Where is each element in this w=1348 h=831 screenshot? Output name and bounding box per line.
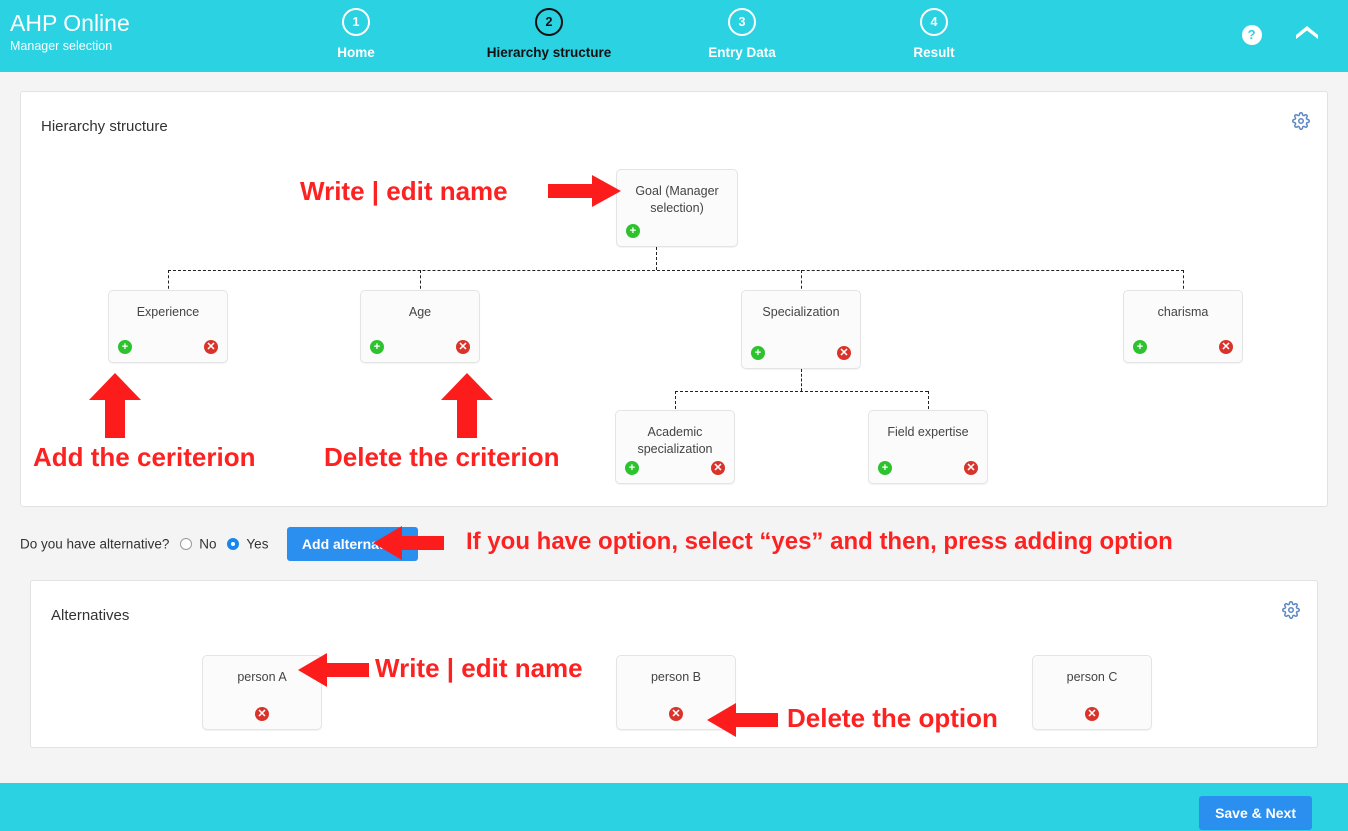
- gear-icon[interactable]: [1282, 601, 1300, 619]
- save-and-next-button[interactable]: Save & Next: [1199, 796, 1312, 830]
- delete-criterion-icon[interactable]: ✕: [204, 340, 218, 354]
- step-result[interactable]: 4 Result: [854, 8, 1014, 60]
- annotation-delete-option: Delete the option: [787, 703, 998, 733]
- add-criterion-icon[interactable]: +: [1133, 340, 1147, 354]
- subcriterion-label[interactable]: Academic specialization: [622, 424, 728, 458]
- delete-alternative-icon[interactable]: ✕: [1085, 707, 1099, 721]
- subcriterion-label[interactable]: Field expertise: [875, 424, 981, 441]
- alternative-control-row: Do you have alternative? No Yes Add alte…: [20, 527, 419, 563]
- delete-criterion-icon[interactable]: ✕: [711, 461, 725, 475]
- annotation-delete-criterion: Delete the criterion: [324, 442, 560, 472]
- alternative-node-person-c[interactable]: person C ✕: [1032, 655, 1152, 730]
- delete-criterion-icon[interactable]: ✕: [964, 461, 978, 475]
- connector-subcriteria-bus: [675, 391, 928, 392]
- criterion-node-specialization[interactable]: Specialization + ✕: [741, 290, 861, 369]
- home-icon[interactable]: [1294, 22, 1320, 47]
- help-icon[interactable]: ?: [1241, 24, 1262, 45]
- criterion-label[interactable]: Specialization: [748, 304, 854, 321]
- annotation-add-criterion: Add the ceriterion: [33, 442, 256, 472]
- annotation-arrow-right-goal: [548, 174, 622, 213]
- annotation-arrow-left-alt-name: [297, 652, 370, 693]
- step-number: 4: [920, 8, 948, 36]
- add-criterion-icon[interactable]: +: [878, 461, 892, 475]
- connector-subtree-stem: [801, 369, 802, 391]
- add-criterion-icon[interactable]: +: [118, 340, 132, 354]
- criterion-label[interactable]: Experience: [115, 304, 221, 321]
- annotation-alternative-hint: If you have option, select “yes” and the…: [466, 528, 1173, 555]
- annotation-arrow-up-delete: [440, 373, 494, 444]
- connector-criteria-bus: [168, 270, 1184, 271]
- app-header: AHP Online Manager selection 1 Home 2 Hi…: [0, 0, 1348, 72]
- gear-icon[interactable]: [1292, 112, 1310, 130]
- step-label: Result: [913, 45, 955, 60]
- connector-goal-stem: [656, 247, 657, 270]
- delete-alternative-icon[interactable]: ✕: [255, 707, 269, 721]
- step-label: Hierarchy structure: [486, 45, 612, 60]
- delete-criterion-icon[interactable]: ✕: [456, 340, 470, 354]
- hierarchy-card-title: Hierarchy structure: [41, 118, 168, 135]
- add-criterion-icon[interactable]: +: [751, 346, 765, 360]
- radio-no-label: No: [199, 536, 217, 552]
- annotation-arrow-left-delete-option: [706, 702, 779, 743]
- step-label: Entry Data: [708, 45, 776, 60]
- step-nav: 1 Home 2 Hierarchy structure 3 Entry Dat…: [256, 8, 1088, 70]
- page-root: AHP Online Manager selection 1 Home 2 Hi…: [0, 0, 1348, 831]
- app-footer: Save & Next: [0, 783, 1348, 831]
- radio-yes[interactable]: [226, 538, 239, 550]
- annotation-arrow-left-alternative: [372, 524, 445, 567]
- alternatives-card-title: Alternatives: [51, 607, 130, 624]
- criterion-node-age[interactable]: Age + ✕: [360, 290, 480, 363]
- annotation-alternative-edit-name: Write | edit name: [375, 653, 583, 683]
- annotation-goal-edit-name: Write | edit name: [300, 176, 508, 206]
- radio-no[interactable]: [179, 538, 192, 550]
- step-number: 2: [535, 8, 563, 36]
- step-number: 3: [728, 8, 756, 36]
- goal-node[interactable]: Goal (Manager selection) +: [616, 169, 738, 247]
- criterion-node-charisma[interactable]: charisma + ✕: [1123, 290, 1243, 363]
- app-title: AHP Online: [10, 10, 130, 36]
- goal-node-label[interactable]: Goal (Manager selection): [623, 183, 731, 217]
- step-home[interactable]: 1 Home: [276, 8, 436, 60]
- criterion-label[interactable]: Age: [367, 304, 473, 321]
- add-criterion-icon[interactable]: +: [626, 224, 640, 238]
- delete-alternative-icon[interactable]: ✕: [669, 707, 683, 721]
- step-number: 1: [342, 8, 370, 36]
- step-hierarchy-structure[interactable]: 2 Hierarchy structure: [469, 8, 629, 60]
- delete-criterion-icon[interactable]: ✕: [1219, 340, 1233, 354]
- add-criterion-icon[interactable]: +: [625, 461, 639, 475]
- step-entry-data[interactable]: 3 Entry Data: [662, 8, 822, 60]
- brand: AHP Online Manager selection: [10, 10, 130, 54]
- criterion-node-experience[interactable]: Experience + ✕: [108, 290, 228, 363]
- delete-criterion-icon[interactable]: ✕: [837, 346, 851, 360]
- step-label: Home: [337, 45, 375, 60]
- alternative-label[interactable]: person B: [623, 669, 729, 686]
- header-icons: ?: [1241, 22, 1320, 47]
- alternative-label[interactable]: person C: [1039, 669, 1145, 686]
- app-subtitle: Manager selection: [10, 39, 113, 53]
- criterion-label[interactable]: charisma: [1130, 304, 1236, 321]
- subcriterion-node-academic-specialization[interactable]: Academic specialization + ✕: [615, 410, 735, 484]
- subcriterion-node-field-expertise[interactable]: Field expertise + ✕: [868, 410, 988, 484]
- annotation-arrow-up-add: [88, 373, 142, 444]
- alternative-question: Do you have alternative?: [20, 536, 170, 552]
- radio-yes-label: Yes: [246, 536, 269, 552]
- add-criterion-icon[interactable]: +: [370, 340, 384, 354]
- alternatives-card: Alternatives person A ✕ person B ✕ perso…: [30, 580, 1318, 748]
